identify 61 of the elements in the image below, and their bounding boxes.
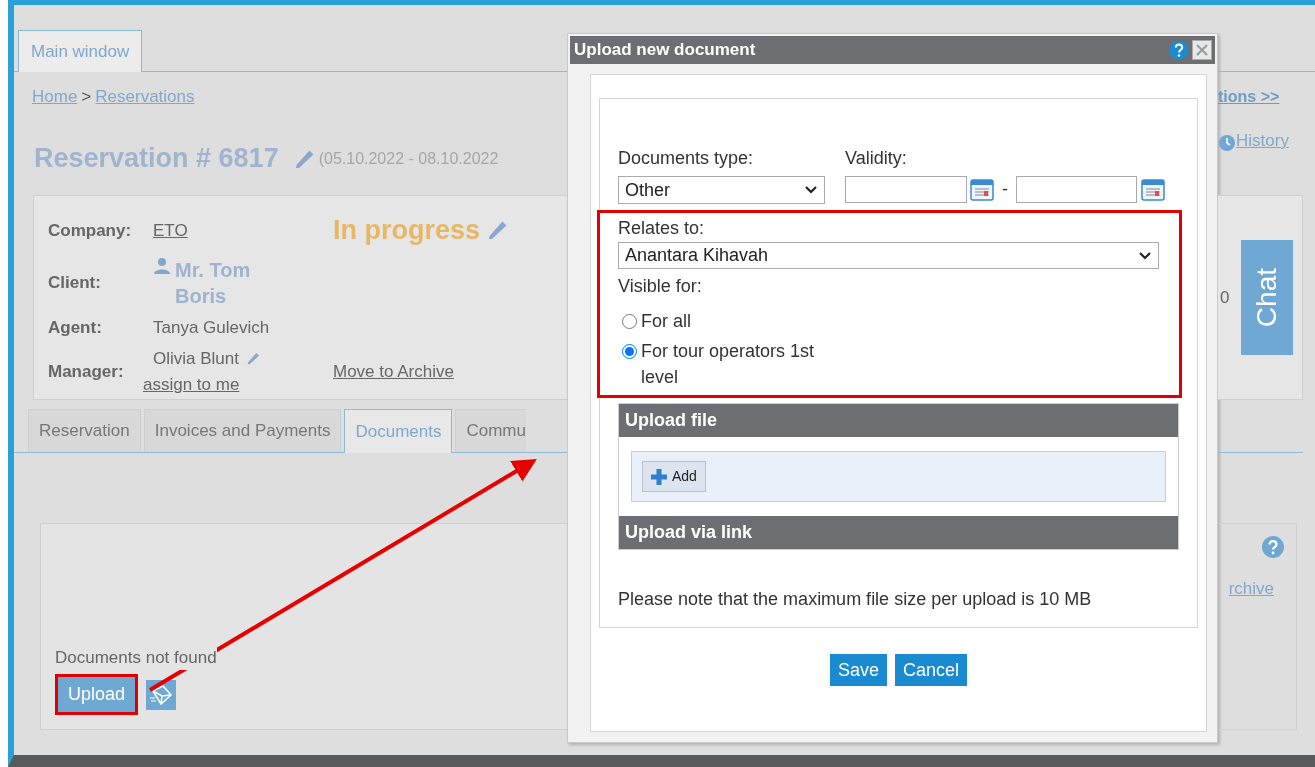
upload-button[interactable]: Upload — [58, 677, 136, 712]
pencil-icon — [488, 220, 509, 241]
cancel-button[interactable]: Cancel — [895, 654, 968, 686]
help-icon — [1262, 536, 1284, 558]
breadcrumb-link[interactable]: Reservations — [95, 84, 195, 110]
chevron-icon — [804, 185, 818, 195]
archive-link[interactable]: rchive — [1228, 576, 1274, 602]
breadcrumb-separator: > — [81, 86, 92, 109]
tab[interactable]: Invoices and Payments — [143, 409, 342, 452]
notifications-link[interactable]: tions >> — [1218, 85, 1280, 109]
client-name[interactable]: Mr. Tom Boris — [175, 256, 295, 309]
field-label: Validity: — [845, 147, 908, 170]
field-label: Client: — [48, 271, 102, 294]
field-label: Company: — [48, 219, 133, 242]
envelope-icon — [149, 682, 174, 707]
pencil-icon — [247, 352, 260, 366]
plus-icon — [651, 468, 667, 485]
note-text: Please note that the maximum file size per upload is 10 MB — [618, 588, 1093, 611]
radio-button[interactable] — [622, 314, 637, 329]
save-button[interactable]: Save — [829, 654, 887, 686]
document-type-select[interactable]: Other — [618, 176, 825, 204]
empty-message: Documents not found — [55, 644, 217, 670]
field-label: Relates to: — [618, 217, 706, 240]
date-field[interactable] — [1016, 176, 1137, 203]
history-link[interactable]: History — [1236, 128, 1289, 154]
person-icon — [153, 256, 171, 275]
section-header: Upload via link — [619, 516, 1178, 549]
field-label: Documents type: — [618, 147, 755, 170]
tab[interactable]: Documents — [344, 409, 453, 453]
email-button[interactable] — [146, 679, 177, 710]
assign-link[interactable]: assign to me — [143, 371, 240, 397]
counter: 0 — [1220, 286, 1230, 309]
date-separator: - — [1002, 178, 1008, 201]
radio-button[interactable] — [622, 344, 637, 360]
tab[interactable]: Reservation — [28, 409, 141, 452]
option-label: For tour operators 1st level — [641, 340, 816, 390]
add-button[interactable]: Add — [642, 461, 706, 492]
dialog-title: Upload new document — [574, 39, 757, 62]
pencil-icon — [294, 148, 315, 169]
field-label: Visible for: — [618, 275, 703, 298]
archive-link[interactable]: Move to Archive — [333, 358, 454, 385]
reservation-title: Reservation # 6817 — [34, 142, 279, 176]
close-icon[interactable] — [1192, 40, 1212, 60]
option-label: For all — [641, 310, 691, 333]
company-link[interactable]: ETO — [153, 217, 188, 243]
calendar-icon — [1141, 177, 1165, 202]
main-window-tab[interactable]: Main window — [18, 30, 143, 72]
chat-button[interactable]: Chat — [1241, 240, 1294, 355]
breadcrumb-link[interactable]: Home — [32, 84, 78, 110]
manager-name: Olivia Blunt — [153, 348, 239, 370]
chevron-icon — [1138, 250, 1152, 261]
help-icon — [1169, 40, 1189, 60]
date-field[interactable] — [845, 176, 967, 203]
section-header: Upload file — [619, 404, 1178, 437]
date-range: (05.10.2022 - 08.10.2022 — [318, 148, 499, 169]
tab[interactable]: Commu — [455, 409, 526, 452]
calendar-icon — [970, 177, 994, 202]
relates-to-select[interactable]: Anantara Kihavah — [618, 242, 1159, 269]
agent-name: Tanya Gulevich — [153, 316, 271, 339]
status-text: In progress — [333, 214, 481, 247]
field-label: Agent: — [48, 316, 103, 339]
